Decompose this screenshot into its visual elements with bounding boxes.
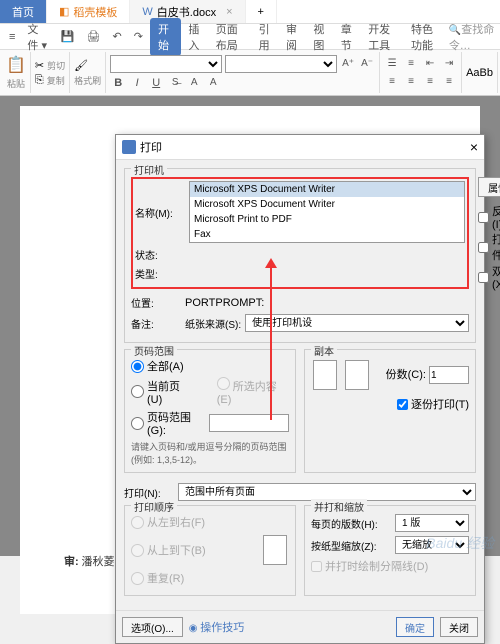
cancel-button[interactable]: 关闭: [440, 617, 478, 637]
tips-link[interactable]: ◉ 操作技巧: [189, 619, 245, 635]
align-left-icon[interactable]: ≡: [384, 74, 400, 90]
duplex-checkbox[interactable]: [478, 272, 489, 283]
watermark: Baidu 经验: [426, 533, 494, 553]
close-icon[interactable]: ×: [226, 6, 232, 18]
repeat-radio: [131, 572, 144, 585]
comment-label: 备注:: [131, 316, 181, 331]
printer-select[interactable]: Microsoft XPS Document Writer Microsoft …: [189, 181, 465, 243]
font-select[interactable]: [110, 55, 222, 73]
range-hint: 请键入页码和/或用逗号分隔的页码范围(例如: 1,3,5-12)。: [131, 440, 289, 466]
menu-review[interactable]: 审阅: [281, 18, 306, 56]
template-icon: ◧: [59, 5, 69, 18]
menu-file[interactable]: 文件 ▾: [22, 18, 53, 56]
menu-dev[interactable]: 开发工具: [363, 18, 404, 56]
paste-label: 粘贴: [6, 77, 26, 90]
location-value: PORTPROMPT:: [185, 297, 264, 309]
options-button[interactable]: 选项(O)...: [122, 617, 183, 637]
annotation-arrow: [270, 260, 272, 420]
format-painter-button[interactable]: 🖌: [74, 59, 101, 72]
current-radio[interactable]: [131, 385, 144, 398]
ppsheet-label: 每页的版数(H):: [311, 516, 391, 531]
preview-icon: [345, 360, 369, 390]
style-preview[interactable]: AaBb: [466, 67, 493, 79]
align-right-icon[interactable]: ≡: [422, 74, 438, 90]
shrink-font-icon[interactable]: A⁻: [359, 56, 375, 72]
size-select[interactable]: [225, 55, 337, 73]
format-label: 格式刷: [74, 74, 101, 87]
reviewer-label: 审:: [64, 556, 79, 568]
close-button[interactable]: ×: [470, 139, 478, 155]
type-label: 类型:: [135, 266, 185, 281]
highlight-icon[interactable]: A: [186, 75, 202, 91]
copies-group-title: 副本: [311, 343, 337, 358]
source-label: 纸张来源(S):: [185, 316, 241, 331]
name-label: 名称(M):: [135, 205, 185, 220]
collate-checkbox[interactable]: [397, 399, 408, 410]
scale-label: 按纸型缩放(Z):: [311, 538, 391, 553]
range-group-title: 页码范围: [131, 343, 177, 358]
paste-button[interactable]: 📋: [6, 55, 26, 75]
italic-icon[interactable]: I: [129, 75, 145, 91]
menu-insert[interactable]: 插入: [183, 18, 208, 56]
doc-icon: W: [142, 6, 152, 18]
tb-save-icon[interactable]: 💾: [56, 27, 80, 46]
menu-ref[interactable]: 引用: [254, 18, 279, 56]
printer-option[interactable]: Microsoft Print to PDF: [190, 212, 464, 227]
printer-option[interactable]: Fax: [190, 227, 464, 242]
print-dialog: 打印 × 打印机 名称(M): Microsoft XPS Document W…: [115, 134, 485, 644]
menu-layout[interactable]: 页面布局: [211, 18, 252, 56]
tofile-checkbox[interactable]: [478, 242, 489, 253]
cut-button[interactable]: ✂: [35, 59, 44, 72]
menu-view[interactable]: 视图: [308, 18, 333, 56]
tb-print-icon[interactable]: 🖨: [82, 27, 106, 46]
printer-option[interactable]: Microsoft XPS Document Writer: [190, 197, 464, 212]
print-label: 打印(N):: [124, 485, 174, 500]
align-center-icon[interactable]: ≡: [403, 74, 419, 90]
underline-icon[interactable]: U: [148, 75, 164, 91]
bullets-icon[interactable]: ☰: [384, 56, 400, 72]
menu-app[interactable]: ≡: [4, 28, 20, 46]
location-label: 位置:: [131, 295, 181, 310]
indent-dec-icon[interactable]: ⇤: [422, 56, 438, 72]
print-icon: [122, 140, 136, 154]
reverse-checkbox[interactable]: [478, 212, 489, 223]
dialog-title: 打印: [140, 139, 162, 155]
tb-radio: [131, 544, 144, 557]
tb-redo-icon[interactable]: ↷: [129, 27, 148, 46]
copies-label: 份数(C):: [386, 369, 426, 381]
status-label: 状态:: [135, 247, 185, 262]
all-radio[interactable]: [131, 360, 144, 373]
order-preview-icon: [263, 535, 287, 565]
properties-button[interactable]: 属性(P)...: [478, 177, 500, 197]
menu-start[interactable]: 开始: [150, 18, 181, 56]
grow-font-icon[interactable]: A⁺: [340, 56, 356, 72]
copy-button[interactable]: ⎘: [35, 74, 44, 87]
numbering-icon[interactable]: ≡: [403, 56, 419, 72]
strike-icon[interactable]: S̶: [167, 75, 183, 91]
align-justify-icon[interactable]: ≡: [441, 74, 457, 90]
tb-undo-icon[interactable]: ↶: [108, 27, 127, 46]
highlight-box: 名称(M): Microsoft XPS Document Writer Mic…: [131, 177, 469, 289]
order-group-title: 打印顺序: [131, 499, 177, 514]
pages-radio[interactable]: [131, 417, 144, 430]
printer-group-title: 打印机: [131, 162, 167, 177]
bold-icon[interactable]: B: [110, 75, 126, 91]
search-input[interactable]: 🔍查找命令…: [449, 21, 496, 53]
scale-group-title: 并打和缩放: [311, 499, 367, 514]
preview-icon: [313, 360, 337, 390]
selection-radio: [217, 377, 230, 390]
lr-radio: [131, 516, 144, 529]
pages-input[interactable]: [209, 414, 289, 432]
ppsheet-select[interactable]: 1 版: [395, 514, 469, 532]
color-icon[interactable]: A: [205, 75, 221, 91]
menu-feature[interactable]: 特色功能: [406, 18, 447, 56]
tab-template[interactable]: ◧稻壳模板: [47, 0, 130, 23]
copies-input[interactable]: [429, 366, 469, 384]
indent-inc-icon[interactable]: ⇥: [441, 56, 457, 72]
ok-button[interactable]: 确定: [396, 617, 434, 637]
gridline-checkbox: [311, 561, 322, 572]
menu-section[interactable]: 章节: [336, 18, 361, 56]
source-select[interactable]: 使用打印机设: [245, 314, 469, 332]
